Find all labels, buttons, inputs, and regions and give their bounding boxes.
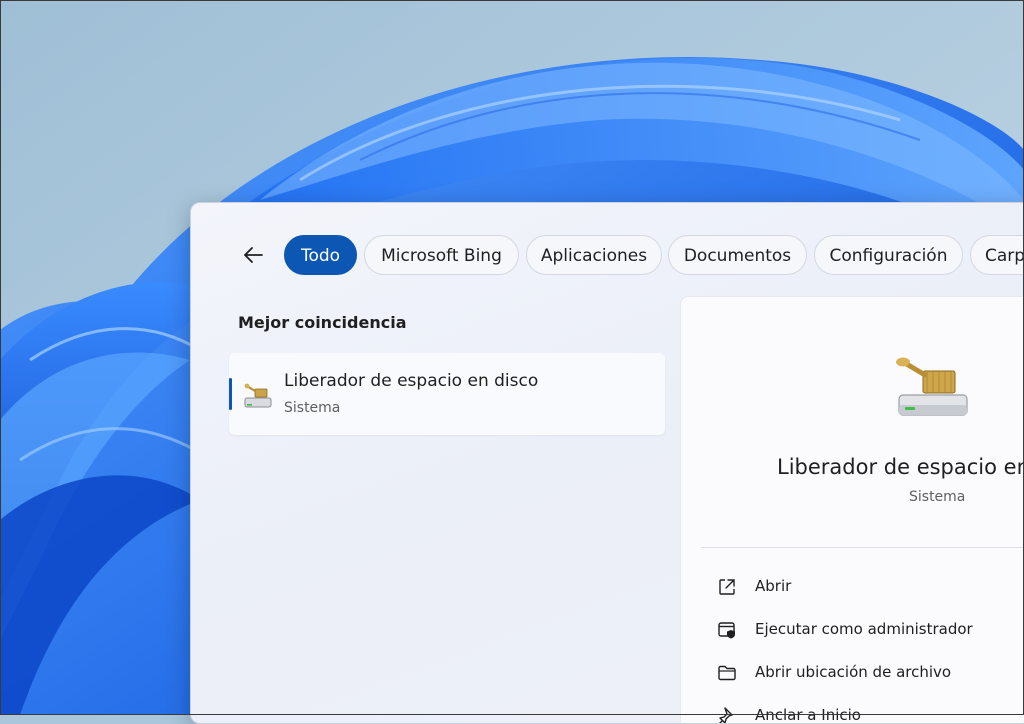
action-abrir-ubicacion-de-archivo[interactable]: Abrir ubicación de archivo (717, 660, 1024, 686)
action-ejecutar-como-administrador[interactable]: Ejecutar como administrador (717, 617, 1024, 643)
action-label: Ejecutar como administrador (755, 620, 973, 638)
result-type: Sistema (284, 400, 341, 416)
best-match-heading: Mejor coincidencia (238, 313, 407, 332)
run-as-admin-icon (718, 622, 735, 639)
pin-icon (719, 707, 733, 723)
filter-carpetas[interactable]: Carpetas (970, 235, 1024, 275)
detail-app-type: Sistema (909, 489, 966, 505)
filter-todo[interactable]: Todo (284, 235, 357, 275)
action-label: Anclar a Inicio (755, 706, 861, 724)
action-anclar-a-inicio[interactable]: Anclar a Inicio (717, 703, 1024, 724)
detail-app-name: Liberador de espacio en disco (777, 455, 1024, 479)
divider (701, 547, 1024, 548)
action-label: Abrir (755, 577, 792, 595)
folder-icon (718, 665, 736, 681)
back-button[interactable] (237, 239, 269, 271)
back-arrow-icon (244, 247, 263, 263)
filter-configuracion[interactable]: Configuración (814, 235, 963, 275)
filter-documentos[interactable]: Documentos (668, 235, 807, 275)
action-abrir[interactable]: Abrir (717, 574, 1024, 600)
disk-cleanup-icon (896, 357, 968, 416)
search-panel: Todo Microsoft Bing Aplicaciones Documen… (190, 202, 1024, 724)
action-label: Abrir ubicación de archivo (755, 663, 952, 681)
filter-aplicaciones[interactable]: Aplicaciones (526, 235, 662, 275)
selection-indicator (229, 378, 232, 410)
filter-microsoft-bing[interactable]: Microsoft Bing (364, 235, 519, 275)
result-name: Liberador de espacio en disco (284, 371, 539, 391)
detail-pane: Liberador de espacio en disco Sistema Ab… (680, 296, 1024, 724)
disk-cleanup-icon (244, 383, 272, 408)
filter-bar: Todo Microsoft Bing Aplicaciones Documen… (231, 235, 1024, 275)
open-external-icon (719, 579, 735, 595)
best-match-result[interactable]: Liberador de espacio en disco Sistema (229, 353, 665, 435)
